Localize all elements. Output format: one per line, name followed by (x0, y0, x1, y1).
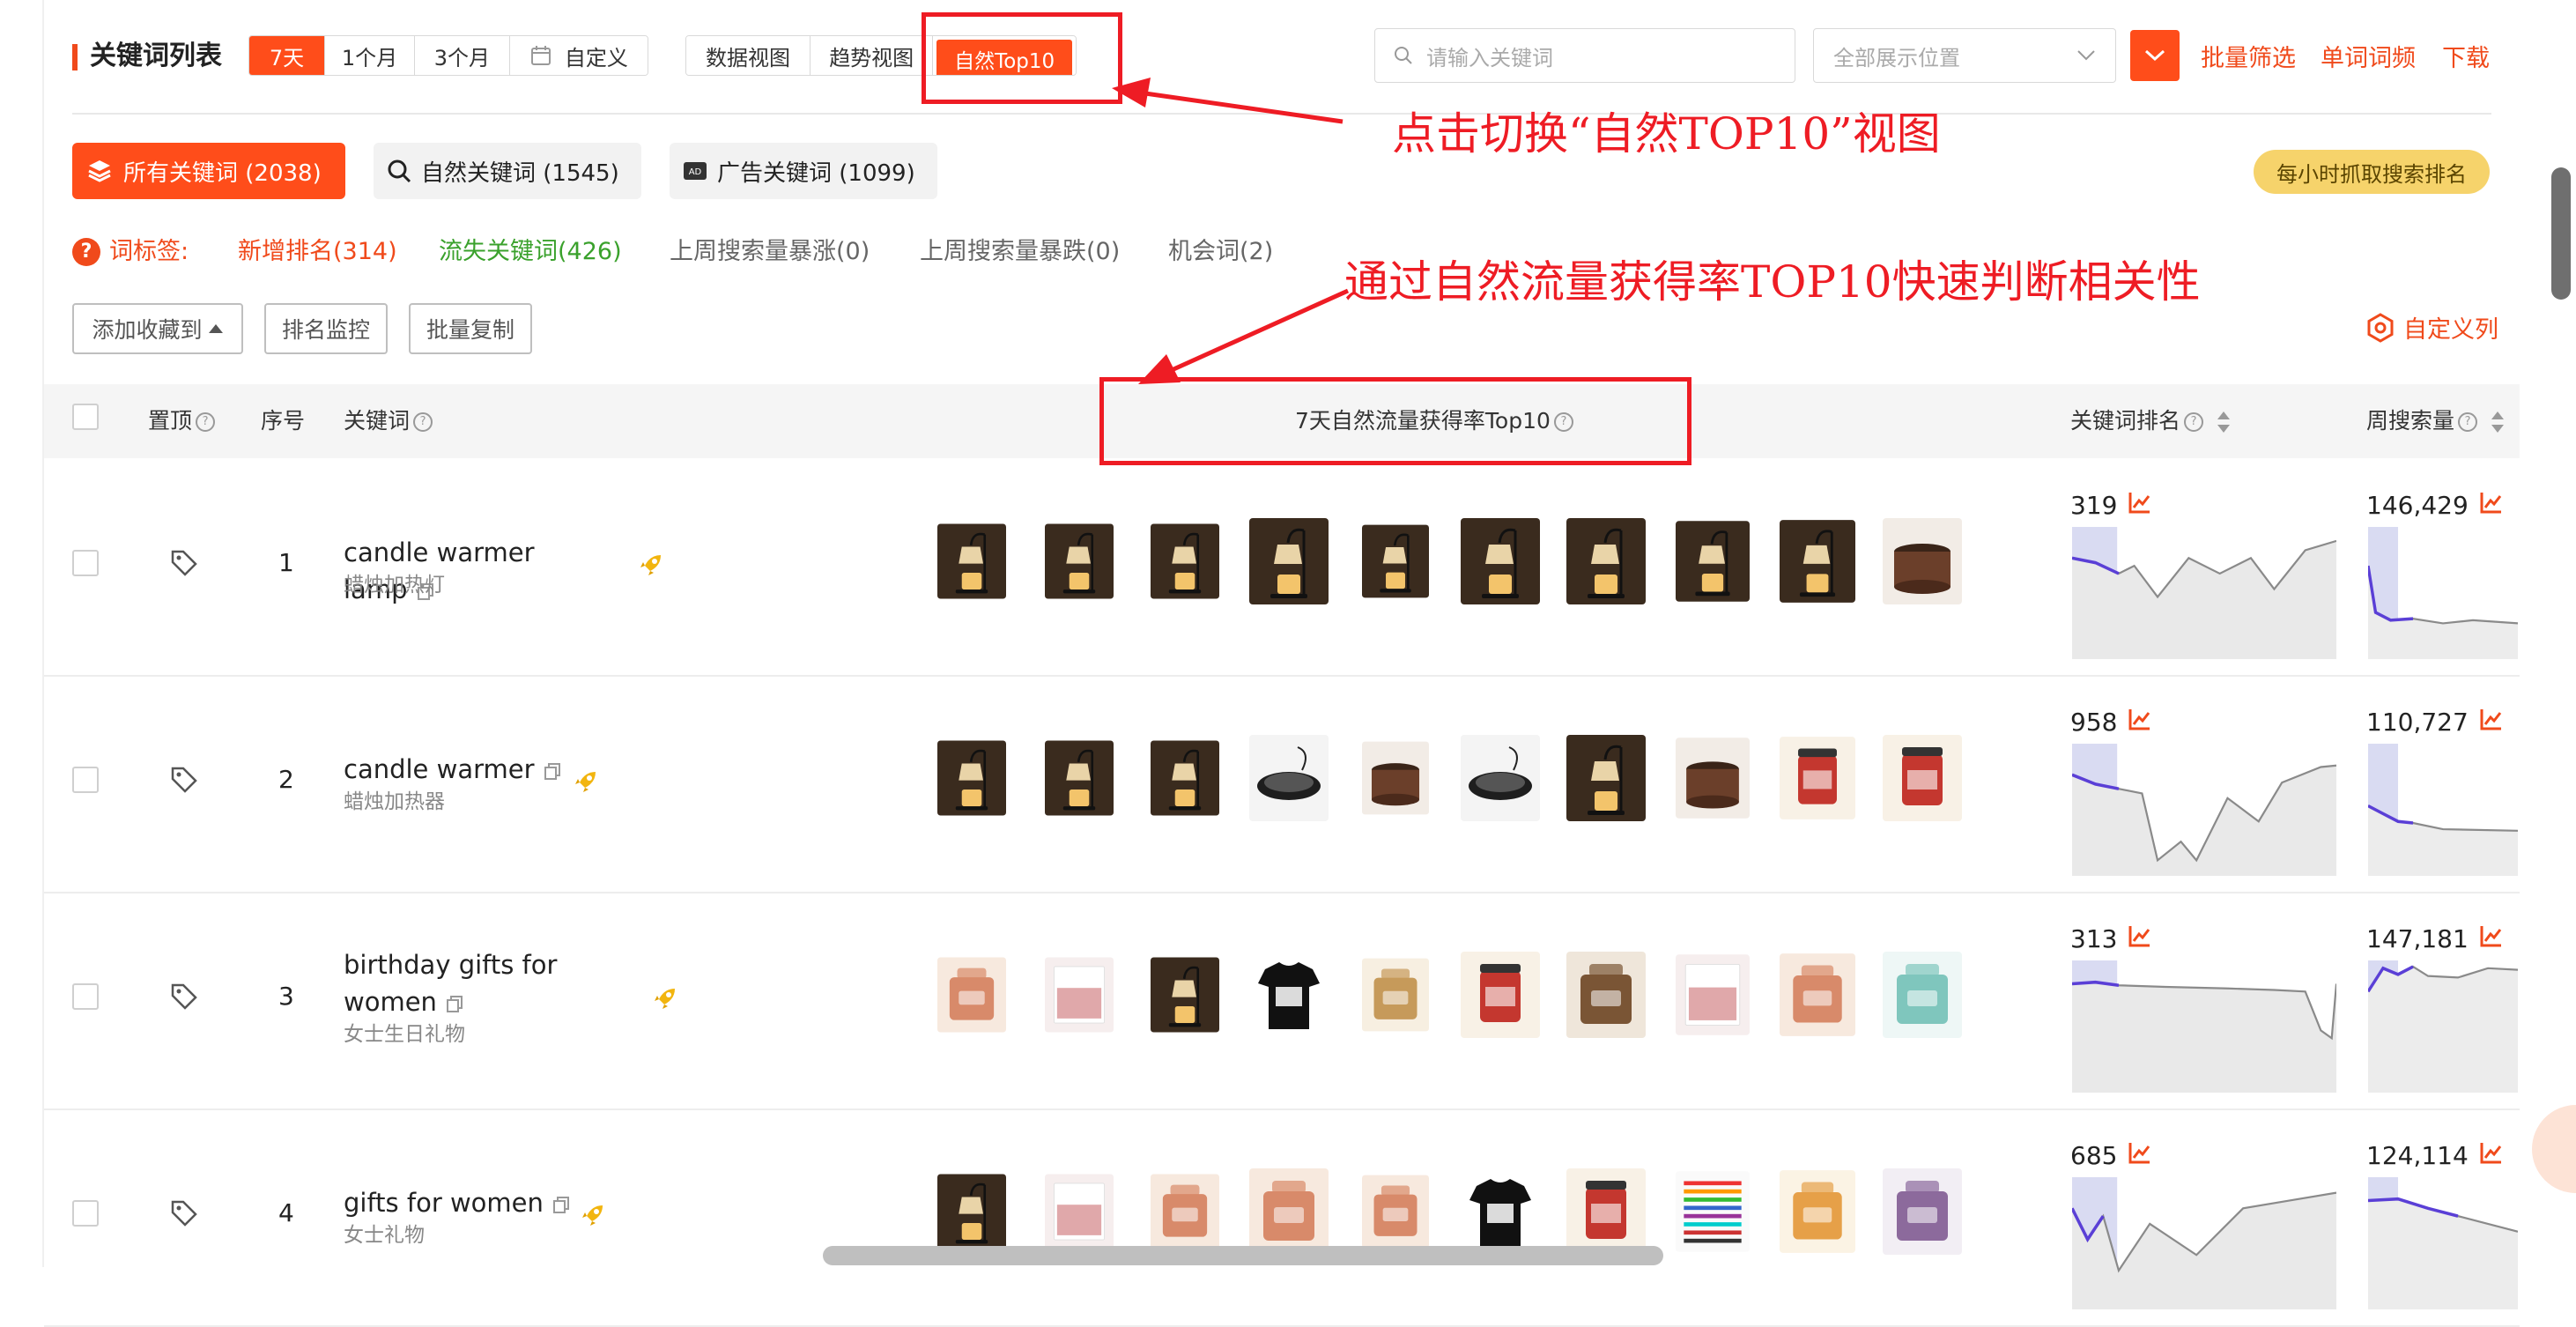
annotation-switch-view: 点击切换“自然TOP10”视图 (1392, 108, 1941, 159)
annotation-arrows (1112, 78, 1350, 384)
left-edge-line (42, 0, 44, 1267)
horizontal-scrollbar[interactable] (823, 1246, 1663, 1265)
vertical-scrollbar[interactable] (2551, 167, 2571, 300)
annotation-relevance: 通过自然流量获得率TOP10快速判断相关性 (1344, 256, 2201, 308)
